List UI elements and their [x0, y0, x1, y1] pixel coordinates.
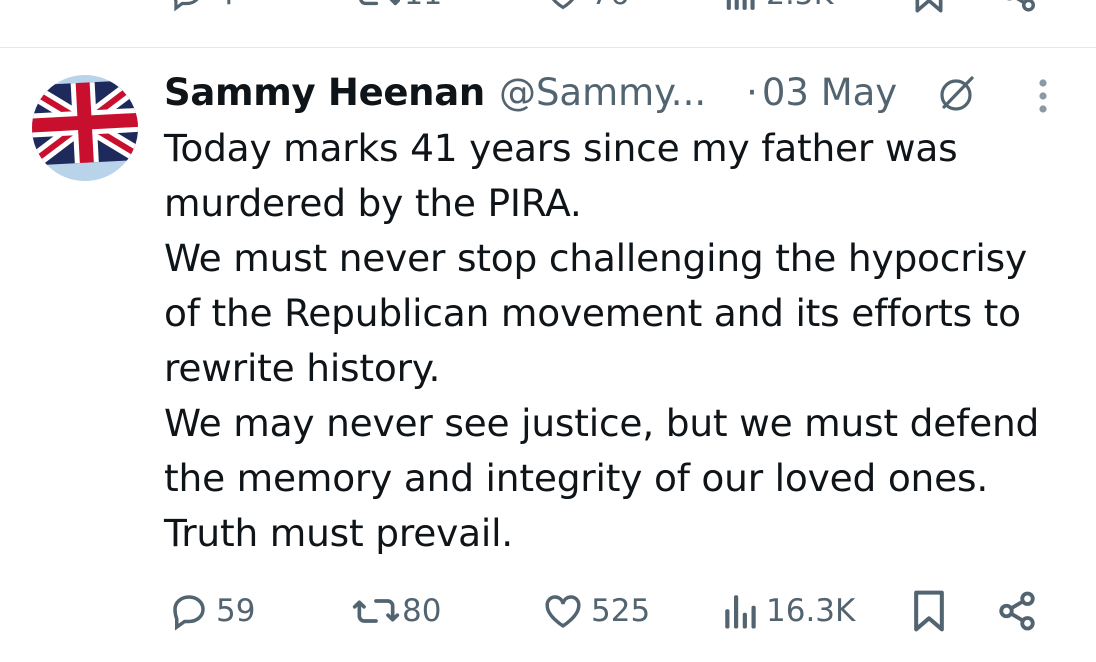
reply-count: 59 [216, 593, 256, 629]
tweet-text-line: Truth must prevail. [164, 511, 514, 555]
share-icon [999, 591, 1035, 631]
tweet-action-bar: 59 80 525 16.3K [0, 586, 1096, 636]
previous-tweet-action-bar: 4 11 76 2.5K [0, 0, 1096, 18]
views-icon [726, 0, 755, 10]
tweet-text-line: Today marks 41 years since my father was [164, 126, 958, 170]
repost-count: 80 [402, 593, 442, 629]
heart-icon [545, 595, 581, 628]
share-icon [1007, 0, 1035, 12]
prev-like-count: 76 [591, 0, 629, 12]
prev-share-button[interactable] [1000, 0, 1038, 18]
views-button[interactable]: 16.3K [722, 586, 855, 636]
like-button[interactable]: 525 [541, 586, 650, 636]
bookmark-button[interactable] [910, 586, 948, 636]
repost-button[interactable]: 80 [352, 586, 441, 636]
share-button[interactable] [996, 586, 1038, 636]
author-display-name[interactable]: Sammy Heenan [164, 71, 485, 114]
tweet-text-line: murdered by the PIRA. [164, 181, 582, 225]
tweet-divider [0, 47, 1096, 48]
tweet-text-line: We may never see justice, but we must de… [164, 401, 1040, 445]
union-jack-avatar [32, 75, 138, 181]
like-count: 525 [591, 593, 651, 629]
bookmark-icon [915, 0, 943, 13]
prev-like-button[interactable]: 76 [543, 0, 629, 18]
grok-icon[interactable] [934, 72, 978, 116]
tweet-text: Today marks 41 years since my father was… [164, 121, 1064, 561]
reply-icon [173, 0, 199, 12]
repost-icon [352, 599, 400, 623]
prev-reply-button[interactable]: 4 [168, 0, 235, 18]
reply-icon [173, 595, 205, 631]
prev-reply-count: 4 [216, 0, 235, 12]
views-count: 16.3K [766, 593, 856, 629]
bookmark-icon [914, 590, 944, 632]
prev-repost-button[interactable]: 11 [356, 0, 442, 18]
more-vertical-icon[interactable] [1030, 76, 1056, 116]
reply-button[interactable]: 59 [168, 586, 255, 636]
tweet-date[interactable]: 03 May [762, 71, 897, 114]
tweet-text-line: We must never stop challenging the hypoc… [164, 236, 1027, 280]
avatar[interactable] [32, 75, 138, 181]
tweet-header: Sammy Heenan @Sammy... · 03 May [164, 66, 1064, 118]
views-icon [725, 595, 756, 629]
repost-icon [359, 0, 400, 6]
prev-views-button[interactable]: 2.5K [724, 0, 833, 18]
prev-repost-count: 11 [404, 0, 442, 12]
prev-bookmark-button[interactable] [912, 0, 946, 18]
tweet-text-line: the memory and integrity of our loved on… [164, 456, 989, 500]
author-handle[interactable]: @Sammy... [499, 71, 706, 114]
header-separator: · [746, 70, 758, 114]
prev-views-count: 2.5K [766, 0, 833, 12]
heart-icon [551, 0, 575, 10]
tweet-text-line: rewrite history. [164, 346, 441, 390]
tweet-text-line: of the Republican movement and its effor… [164, 291, 1021, 335]
